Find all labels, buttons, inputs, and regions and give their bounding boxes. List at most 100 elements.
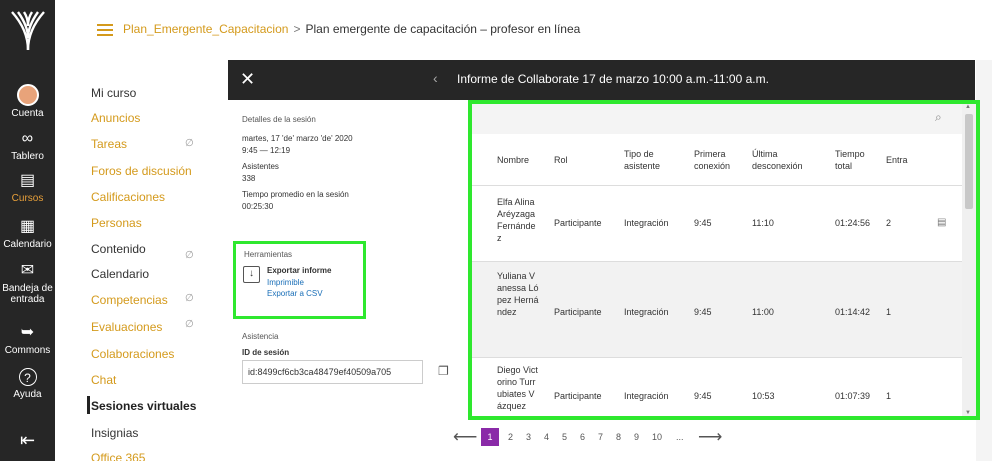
session-details-heading: Detalles de la sesión <box>242 115 316 124</box>
breadcrumb-separator: > <box>293 22 301 36</box>
rail-item-label: Tablero <box>11 151 44 162</box>
page-ellipsis[interactable]: ... <box>676 432 684 442</box>
column-header-rol[interactable]: Rol <box>554 154 568 166</box>
column-header-nombre[interactable]: Nombre <box>497 154 557 166</box>
rail-item-label: Cuenta <box>11 108 44 119</box>
course-menu-item-colaboraciones[interactable]: Colaboraciones <box>91 347 174 361</box>
course-menu-item-foros[interactable]: Foros de discusión <box>91 164 192 178</box>
course-menu-item-insignias[interactable]: Insignias <box>91 426 138 440</box>
column-header-ultima[interactable]: Última desconexión <box>752 148 822 172</box>
cell-tipo: Integración <box>624 391 669 401</box>
page-7-button[interactable]: 7 <box>598 432 603 442</box>
printable-link[interactable]: Imprimible <box>267 278 304 287</box>
course-menu-item-chat[interactable]: Chat <box>91 373 116 387</box>
cell-tiempo: 01:24:56 <box>835 218 871 228</box>
course-menu-item-anuncios[interactable]: Anuncios <box>91 111 140 125</box>
column-header-primera[interactable]: Primera conexión <box>694 148 744 172</box>
rail-item-calendario[interactable]: ▦ Calendario <box>0 218 55 250</box>
course-menu-item-personas[interactable]: Personas <box>91 216 142 230</box>
session-date: martes, 17 'de' marzo 'de' 2020 <box>242 134 353 143</box>
column-header-entra[interactable]: Entra <box>886 154 908 166</box>
rail-item-label: Bandeja de entrada <box>2 283 53 305</box>
course-menu-item-calificaciones[interactable]: Calificaciones <box>91 190 165 204</box>
course-header: Plan_Emergente_Capacitacion > Plan emergen… <box>55 0 992 60</box>
rail-item-cursos[interactable]: ▤ Cursos <box>0 172 55 204</box>
page-6-button[interactable]: 6 <box>580 432 585 442</box>
hidden-eye-icon: ∅ <box>185 293 194 304</box>
page-5-button[interactable]: 5 <box>562 432 567 442</box>
hidden-eye-icon: ∅ <box>185 138 194 149</box>
rail-item-tablero[interactable]: ∞ Tablero <box>0 130 55 162</box>
table-row: Diego Victorino Turrubiates Vázquez Part… <box>472 358 962 416</box>
table-row: Yuliana Vanessa López Hernández Particip… <box>472 262 962 358</box>
cell-ultima: 11:00 <box>752 307 774 317</box>
table-search-bar: ⌕ <box>472 104 976 134</box>
page-8-button[interactable]: 8 <box>616 432 621 442</box>
tools-highlight-box: Herramientas ↓ Exportar informe Imprimib… <box>233 241 366 319</box>
rail-item-label: Calendario <box>3 239 52 250</box>
attendance-table-highlight-box: ⌕ Nombre Rol Tipo de asistente Primera c… <box>468 100 980 420</box>
page-1-button[interactable]: 1 <box>481 428 499 446</box>
course-menu-item-sesiones-virtuales[interactable]: Sesiones virtuales <box>91 399 196 413</box>
cell-ultima: 10:53 <box>752 391 775 401</box>
table-row: Elfa Alina Aréyzaga Fernández Participan… <box>472 186 962 262</box>
table-header-row: Nombre Rol Tipo de asistente Primera con… <box>472 134 962 186</box>
rail-item-bandeja[interactable]: ✉ Bandeja de entrada <box>0 262 55 305</box>
cell-primera: 9:45 <box>694 218 712 228</box>
session-id-label: ID de sesión <box>242 348 290 357</box>
details-icon[interactable]: ▤ <box>937 217 946 229</box>
cell-rol: Participante <box>554 307 602 317</box>
menu-toggle-icon[interactable] <box>97 24 113 36</box>
table-scroll-thumb[interactable] <box>965 114 973 209</box>
cell-primera: 9:45 <box>694 307 712 317</box>
rail-item-label: Ayuda <box>13 389 42 400</box>
scroll-down-icon[interactable]: ▼ <box>965 410 971 416</box>
avatar-icon <box>16 84 39 106</box>
courses-icon: ▤ <box>19 172 36 189</box>
course-menu-item-mi-curso[interactable]: Mi curso <box>91 86 136 100</box>
page-4-button[interactable]: 4 <box>544 432 549 442</box>
session-id-field[interactable]: id:8499cf6cb3ca48479ef40509a705 <box>242 360 423 384</box>
course-menu-item-competencias[interactable]: Competencias <box>91 293 168 307</box>
cell-tipo: Integración <box>624 307 669 317</box>
attendance-table: Nombre Rol Tipo de asistente Primera con… <box>472 134 962 416</box>
page-10-button[interactable]: 10 <box>652 432 662 442</box>
export-csv-link[interactable]: Exportar a CSV <box>267 289 323 298</box>
copy-icon[interactable]: ❐ <box>438 364 449 378</box>
next-page-icon[interactable]: ⟶ <box>698 427 722 447</box>
cell-nombre: Diego Victorino Turrubiates Vázquez <box>497 365 538 411</box>
attendees-label: Asistentes <box>242 162 279 171</box>
attendees-value: 338 <box>242 174 256 183</box>
course-menu-item-contenido[interactable]: Contenido <box>91 242 146 256</box>
scroll-up-icon[interactable]: ▲ <box>965 104 971 110</box>
hidden-eye-icon: ∅ <box>185 250 194 261</box>
page-2-button[interactable]: 2 <box>508 432 513 442</box>
help-icon: ? <box>18 368 37 386</box>
course-menu-item-office-365[interactable]: Office 365 <box>91 451 145 461</box>
rail-item-cuenta[interactable]: Cuenta <box>0 84 55 119</box>
close-icon[interactable]: ✕ <box>240 69 255 90</box>
institution-logo-icon[interactable] <box>10 8 46 52</box>
cell-primera: 9:45 <box>694 391 712 401</box>
page-3-button[interactable]: 3 <box>526 432 531 442</box>
course-menu-item-calendario[interactable]: Calendario <box>91 267 149 281</box>
previous-page-icon[interactable]: ⟵ <box>453 427 477 447</box>
rail-item-label: Cursos <box>11 193 44 204</box>
table-scrollbar[interactable]: ▲ ▼ <box>962 104 976 416</box>
commons-icon: ➥ <box>20 324 35 341</box>
page-9-button[interactable]: 9 <box>634 432 639 442</box>
avg-time-label: Tiempo promedio en la sesión <box>242 190 349 199</box>
rail-item-ayuda[interactable]: ? Ayuda <box>0 368 55 400</box>
dashboard-icon: ∞ <box>21 130 34 147</box>
search-icon[interactable]: ⌕ <box>935 110 942 125</box>
cell-nombre: Yuliana Vanessa López Hernández <box>497 271 539 317</box>
column-header-tiempo[interactable]: Tiempo total <box>835 148 875 172</box>
course-menu-item-evaluaciones[interactable]: Evaluaciones <box>91 320 162 334</box>
course-menu-item-tareas[interactable]: Tareas <box>91 137 127 151</box>
collapse-nav-icon[interactable]: ⇤ <box>0 430 55 451</box>
column-header-tipo[interactable]: Tipo de asistente <box>624 148 679 172</box>
rail-item-commons[interactable]: ➥ Commons <box>0 324 55 356</box>
back-chevron-icon[interactable]: ‹ <box>433 70 438 86</box>
export-report-title: Exportar informe <box>267 266 332 275</box>
breadcrumb-course-link[interactable]: Plan_Emergente_Capacitacion <box>123 22 288 36</box>
